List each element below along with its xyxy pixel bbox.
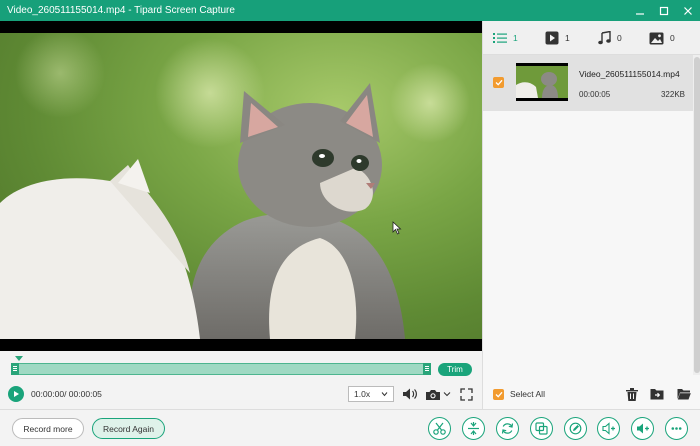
snapshot-button[interactable]	[425, 386, 451, 402]
list-scrollbar[interactable]	[693, 55, 700, 375]
tab-all-count: 1	[513, 33, 518, 43]
select-all-checkbox[interactable]	[493, 389, 504, 400]
speed-select[interactable]: 1.0x	[348, 386, 394, 402]
player-controls: Trim 00:00:00/ 00:00:05 1.0x	[0, 351, 482, 409]
recording-list-panel: 1 1 0 0 Video_260511155014.mp4 00:00:05 …	[482, 21, 700, 409]
cut-button[interactable]	[428, 417, 451, 440]
select-all-label: Select All	[510, 389, 545, 399]
speaker-plus-icon	[636, 423, 649, 434]
play-button[interactable]	[8, 386, 24, 402]
list-item[interactable]: Video_260511155014.mp4 00:00:05 322KB	[483, 55, 693, 111]
bottom-toolbar: Record more Record Again	[0, 409, 700, 446]
merge-icon	[468, 422, 479, 435]
playhead-marker[interactable]	[15, 356, 23, 361]
tab-image[interactable]: 0	[649, 30, 675, 46]
play-icon	[14, 391, 19, 397]
playback-time: 00:00:00/ 00:00:05	[31, 389, 102, 399]
file-checkbox[interactable]	[493, 77, 504, 88]
chevron-down-icon	[381, 392, 388, 397]
convert-button[interactable]	[496, 417, 519, 440]
media-type-tabs: 1 1 0 0	[483, 21, 700, 55]
more-tools-button[interactable]	[665, 417, 688, 440]
video-preview[interactable]	[0, 21, 482, 351]
maximize-icon	[659, 6, 669, 15]
panel-footer: Select All	[483, 375, 700, 409]
file-size: 322KB	[660, 90, 685, 99]
file-name: Video_260511155014.mp4	[579, 69, 680, 79]
trim-track[interactable]	[11, 363, 431, 375]
close-icon	[684, 6, 692, 15]
scrollbar-thumb[interactable]	[694, 57, 700, 373]
video-frame	[0, 33, 482, 339]
delete-button[interactable]	[621, 383, 643, 405]
audio-boost-button[interactable]	[597, 417, 620, 440]
video-thumbnail	[516, 63, 568, 101]
fullscreen-button[interactable]	[458, 386, 474, 402]
list-icon	[493, 33, 507, 43]
speaker-plus-icon	[601, 422, 615, 435]
minimize-icon	[636, 12, 644, 15]
checkmark-icon	[495, 391, 502, 398]
tab-image-count: 0	[670, 33, 675, 43]
merge-button[interactable]	[462, 417, 485, 440]
metadata-edit-button[interactable]	[564, 417, 587, 440]
file-duration: 00:00:05	[579, 90, 611, 99]
fullscreen-icon	[459, 387, 473, 401]
camera-icon	[426, 389, 440, 400]
open-folder-button[interactable]	[673, 383, 695, 405]
volume-button[interactable]	[401, 386, 419, 402]
image-icon	[649, 32, 664, 44]
import-button[interactable]	[646, 383, 668, 405]
folder-import-icon	[650, 389, 664, 400]
checkmark-icon	[495, 79, 502, 86]
music-icon	[598, 31, 611, 45]
trim-end-handle[interactable]	[423, 363, 431, 375]
tab-video[interactable]: 1	[545, 30, 570, 46]
speed-value: 1.0x	[354, 389, 371, 399]
maximize-button[interactable]	[652, 0, 676, 21]
record-more-button[interactable]: Record more	[12, 418, 84, 439]
volume-icon	[403, 388, 417, 400]
tab-video-count: 1	[565, 33, 570, 43]
edit-icon	[569, 422, 582, 435]
audio-volume-button[interactable]	[631, 417, 654, 440]
minimize-button[interactable]	[628, 0, 652, 21]
trash-icon	[626, 387, 638, 401]
video-icon	[545, 31, 559, 45]
scissors-icon	[433, 422, 446, 435]
folder-icon	[677, 389, 691, 400]
tab-audio-count: 0	[617, 33, 622, 43]
trim-button[interactable]: Trim	[438, 363, 472, 376]
trim-start-handle[interactable]	[11, 363, 19, 375]
kittens-scene	[0, 33, 470, 339]
window-title: Video_260511155014.mp4 - Tipard Screen C…	[7, 5, 235, 16]
copy-icon	[535, 422, 548, 435]
refresh-icon	[501, 423, 514, 434]
mouse-cursor-icon	[392, 221, 402, 235]
tab-audio[interactable]: 0	[598, 30, 622, 46]
close-button[interactable]	[676, 0, 700, 21]
compress-button[interactable]	[530, 417, 553, 440]
tab-all[interactable]: 1	[493, 30, 518, 46]
title-bar: Video_260511155014.mp4 - Tipard Screen C…	[0, 0, 700, 21]
more-icon	[671, 427, 682, 430]
chevron-down-icon	[443, 392, 451, 397]
record-again-button[interactable]: Record Again	[92, 418, 165, 439]
